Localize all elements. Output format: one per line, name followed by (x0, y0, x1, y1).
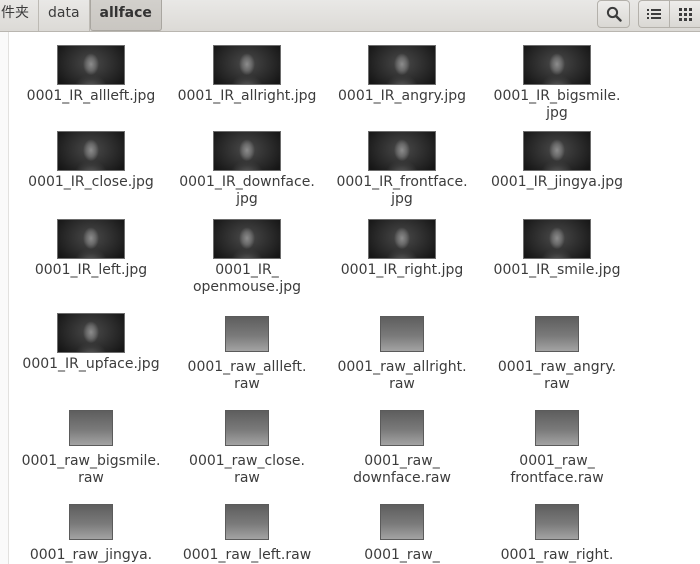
file-item[interactable]: 0001_raw_right. (482, 504, 632, 564)
file-name: 0001_IR_smile.jpg (493, 262, 621, 278)
file-item[interactable]: 0001_raw_ downface.raw (327, 410, 477, 487)
raw-file-thumbnail (380, 410, 424, 446)
grid-view-icon (678, 7, 692, 21)
breadcrumb-item-parent-folder[interactable]: 件夹 (0, 0, 39, 31)
sidebar-edge (0, 32, 9, 564)
file-item[interactable]: 0001_raw_close. raw (172, 410, 322, 487)
image-thumbnail (523, 131, 591, 171)
file-item[interactable]: 0001_IR_left.jpg (16, 219, 166, 279)
file-name: 0001_IR_angry.jpg (338, 88, 466, 104)
raw-file-thumbnail (535, 316, 579, 352)
file-item[interactable]: 0001_IR_angry.jpg (327, 45, 477, 105)
file-name: 0001_raw_right. (500, 547, 614, 563)
file-name: 0001_IR_upface.jpg (22, 356, 160, 372)
search-icon (606, 6, 622, 22)
file-item[interactable]: 0001_IR_bigsmile. jpg (482, 45, 632, 122)
file-item[interactable]: 0001_raw_ (327, 504, 477, 564)
file-item[interactable]: 0001_raw_allright. raw (327, 316, 477, 393)
view-mode-switch (638, 0, 700, 28)
file-item[interactable]: 0001_raw_ frontface.raw (482, 410, 632, 487)
file-name: 0001_IR_allleft.jpg (26, 88, 156, 104)
file-item[interactable]: 0001_IR_upface.jpg (16, 313, 166, 373)
image-thumbnail (213, 45, 281, 85)
raw-file-thumbnail (225, 410, 269, 446)
image-thumbnail (368, 219, 436, 259)
file-item[interactable]: 0001_IR_close.jpg (16, 131, 166, 191)
raw-file-thumbnail (69, 504, 113, 540)
file-name: 0001_raw_angry. raw (497, 359, 617, 392)
image-thumbnail (213, 131, 281, 171)
file-name: 0001_IR_bigsmile. jpg (493, 88, 621, 121)
grid-view-button[interactable] (669, 1, 700, 27)
file-name: 0001_IR_allright.jpg (177, 88, 317, 104)
file-item[interactable]: 0001_raw_jingya. (16, 504, 166, 564)
file-name: 0001_raw_allleft. raw (187, 359, 307, 392)
list-view-button[interactable] (639, 1, 669, 27)
raw-file-thumbnail (225, 504, 269, 540)
file-item[interactable]: 0001_IR_jingya.jpg (482, 131, 632, 191)
file-item[interactable]: 0001_IR_downface. jpg (172, 131, 322, 208)
file-item[interactable]: 0001_raw_bigsmile. raw (16, 410, 166, 487)
search-button[interactable] (597, 0, 630, 28)
breadcrumb-item-allface[interactable]: allface (89, 0, 162, 31)
file-item[interactable]: 0001_IR_smile.jpg (482, 219, 632, 279)
file-name: 0001_raw_left.raw (182, 547, 312, 563)
raw-file-thumbnail (380, 316, 424, 352)
breadcrumb-item-data[interactable]: data (39, 0, 90, 31)
image-thumbnail (57, 45, 125, 85)
file-name: 0001_IR_frontface. jpg (336, 174, 468, 207)
file-item[interactable]: 0001_raw_left.raw (172, 504, 322, 564)
file-name: 0001_raw_bigsmile. raw (21, 453, 161, 486)
file-icon-view: 0001_IR_allleft.jpg 0001_IR_allright.jpg 0… (0, 32, 700, 564)
breadcrumb: 件夹 data allface (0, 0, 162, 31)
file-name: 0001_IR_left.jpg (34, 262, 148, 278)
raw-file-thumbnail (535, 410, 579, 446)
image-thumbnail (57, 313, 125, 353)
file-name: 0001_IR_close.jpg (28, 174, 154, 190)
file-name: 0001_raw_allright. raw (337, 359, 467, 392)
raw-file-thumbnail (380, 504, 424, 540)
file-item[interactable]: 0001_IR_allleft.jpg (16, 45, 166, 105)
list-view-icon (647, 9, 661, 19)
file-item[interactable]: 0001_raw_allleft. raw (172, 316, 322, 393)
file-item[interactable]: 0001_raw_angry. raw (482, 316, 632, 393)
image-thumbnail (523, 45, 591, 85)
image-thumbnail (368, 131, 436, 171)
raw-file-thumbnail (69, 410, 113, 446)
file-item[interactable]: 0001_IR_right.jpg (327, 219, 477, 279)
image-thumbnail (523, 219, 591, 259)
file-item[interactable]: 0001_IR_ openmouse.jpg (172, 219, 322, 296)
file-name: 0001_raw_ frontface.raw (510, 453, 604, 486)
image-thumbnail (213, 219, 281, 259)
image-thumbnail (57, 131, 125, 171)
image-thumbnail (57, 219, 125, 259)
file-name: 0001_IR_right.jpg (340, 262, 464, 278)
toolbar: 件夹 data allface (0, 0, 700, 32)
file-name: 0001_raw_jingya. (29, 547, 153, 563)
file-name: 0001_raw_ (364, 547, 440, 563)
raw-file-thumbnail (225, 316, 269, 352)
raw-file-thumbnail (535, 504, 579, 540)
file-name: 0001_raw_close. raw (189, 453, 305, 486)
file-name: 0001_IR_jingya.jpg (490, 174, 623, 190)
file-item[interactable]: 0001_IR_frontface. jpg (327, 131, 477, 208)
file-name: 0001_raw_ downface.raw (353, 453, 451, 486)
file-name: 0001_IR_downface. jpg (179, 174, 315, 207)
image-thumbnail (368, 45, 436, 85)
file-name: 0001_IR_ openmouse.jpg (192, 262, 302, 295)
file-item[interactable]: 0001_IR_allright.jpg (172, 45, 322, 105)
